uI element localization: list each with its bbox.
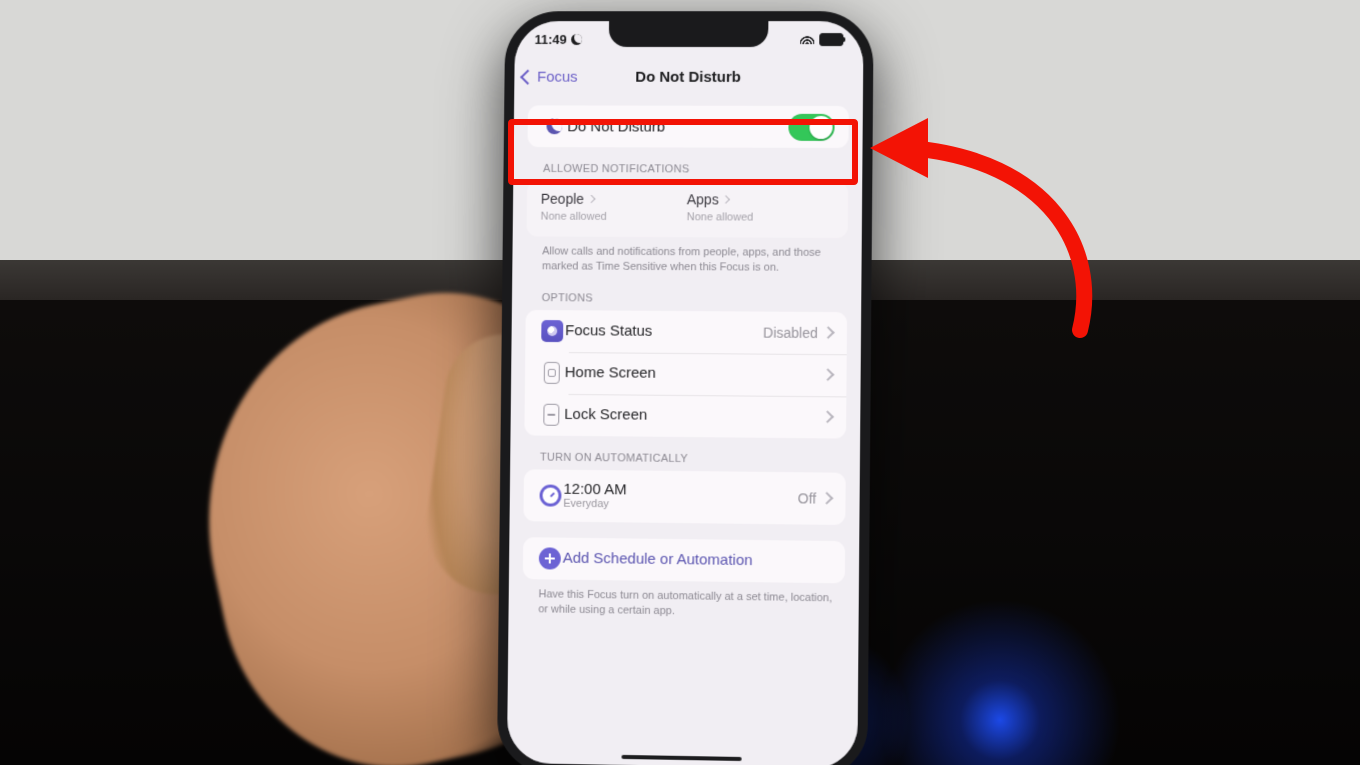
wifi-icon <box>800 34 814 44</box>
moon-icon <box>546 118 562 134</box>
scene-background: 11:49 Focus Do Not Disturb <box>0 0 1360 765</box>
allowed-people-title: People <box>541 191 584 207</box>
statusbar-time: 11:49 <box>535 32 567 47</box>
focus-status-value: Disabled <box>763 324 818 340</box>
focus-status-icon <box>541 320 563 342</box>
focus-status-label: Focus Status <box>565 312 763 350</box>
focus-status-row[interactable]: Focus Status Disabled <box>525 310 847 354</box>
lock-screen-icon <box>543 403 559 425</box>
page-title: Do Not Disturb <box>635 68 741 85</box>
chevron-right-icon <box>822 326 835 339</box>
dnd-toggle[interactable] <box>788 113 834 140</box>
schedule-row[interactable]: 12:00 AM Everyday Off <box>523 469 845 525</box>
allowed-group: People None allowed Apps None allowed <box>527 181 849 238</box>
annotation-arrow <box>850 100 1110 360</box>
auto-footer: Have this Focus turn on automatically at… <box>538 587 838 621</box>
chevron-left-icon <box>520 69 535 84</box>
chevron-right-icon <box>721 195 729 203</box>
settings-content[interactable]: Do Not Disturb ALLOWED NOTIFICATIONS Peo… <box>507 105 863 749</box>
allowed-people-sub: None allowed <box>541 211 687 224</box>
phone-frame: 11:49 Focus Do Not Disturb <box>497 11 874 765</box>
add-schedule-label: Add Schedule or Automation <box>563 540 831 581</box>
plus-icon <box>539 547 561 569</box>
home-screen-icon <box>544 362 560 384</box>
chevron-right-icon <box>587 195 595 203</box>
chevron-right-icon <box>820 492 833 505</box>
allowed-apps-title: Apps <box>687 191 719 207</box>
allowed-people[interactable]: People None allowed <box>541 191 687 223</box>
back-button[interactable]: Focus <box>522 68 577 85</box>
phone-screen: 11:49 Focus Do Not Disturb <box>507 21 864 765</box>
dnd-group: Do Not Disturb <box>527 105 848 148</box>
add-schedule-group: Add Schedule or Automation <box>523 537 845 583</box>
home-screen-row[interactable]: Home Screen <box>525 351 847 396</box>
dnd-label: Do Not Disturb <box>567 108 788 145</box>
home-screen-label: Home Screen <box>565 354 824 393</box>
allowed-apps[interactable]: Apps None allowed <box>687 191 834 224</box>
allowed-apps-sub: None allowed <box>687 211 834 224</box>
phone-notch <box>609 21 769 47</box>
schedule-group: 12:00 AM Everyday Off <box>523 469 845 525</box>
nav-bar: Focus Do Not Disturb <box>514 57 863 97</box>
lock-screen-label: Lock Screen <box>564 396 823 435</box>
add-schedule-row[interactable]: Add Schedule or Automation <box>523 537 845 583</box>
focus-moon-icon <box>571 34 582 45</box>
dnd-row[interactable]: Do Not Disturb <box>527 105 848 148</box>
schedule-time: 12:00 AM <box>563 481 626 499</box>
schedule-repeat: Everyday <box>563 498 798 513</box>
clock-icon <box>539 484 561 506</box>
options-header: OPTIONS <box>542 292 844 306</box>
lock-screen-row[interactable]: Lock Screen <box>524 393 846 438</box>
options-group: Focus Status Disabled Home Screen Lock S… <box>524 310 847 439</box>
auto-header: TURN ON AUTOMATICALLY <box>540 451 842 466</box>
schedule-value: Off <box>798 490 817 506</box>
allowed-footer: Allow calls and notifications from peopl… <box>542 244 842 275</box>
battery-icon <box>819 33 843 46</box>
allowed-header: ALLOWED NOTIFICATIONS <box>543 163 844 176</box>
back-label: Focus <box>537 68 578 85</box>
